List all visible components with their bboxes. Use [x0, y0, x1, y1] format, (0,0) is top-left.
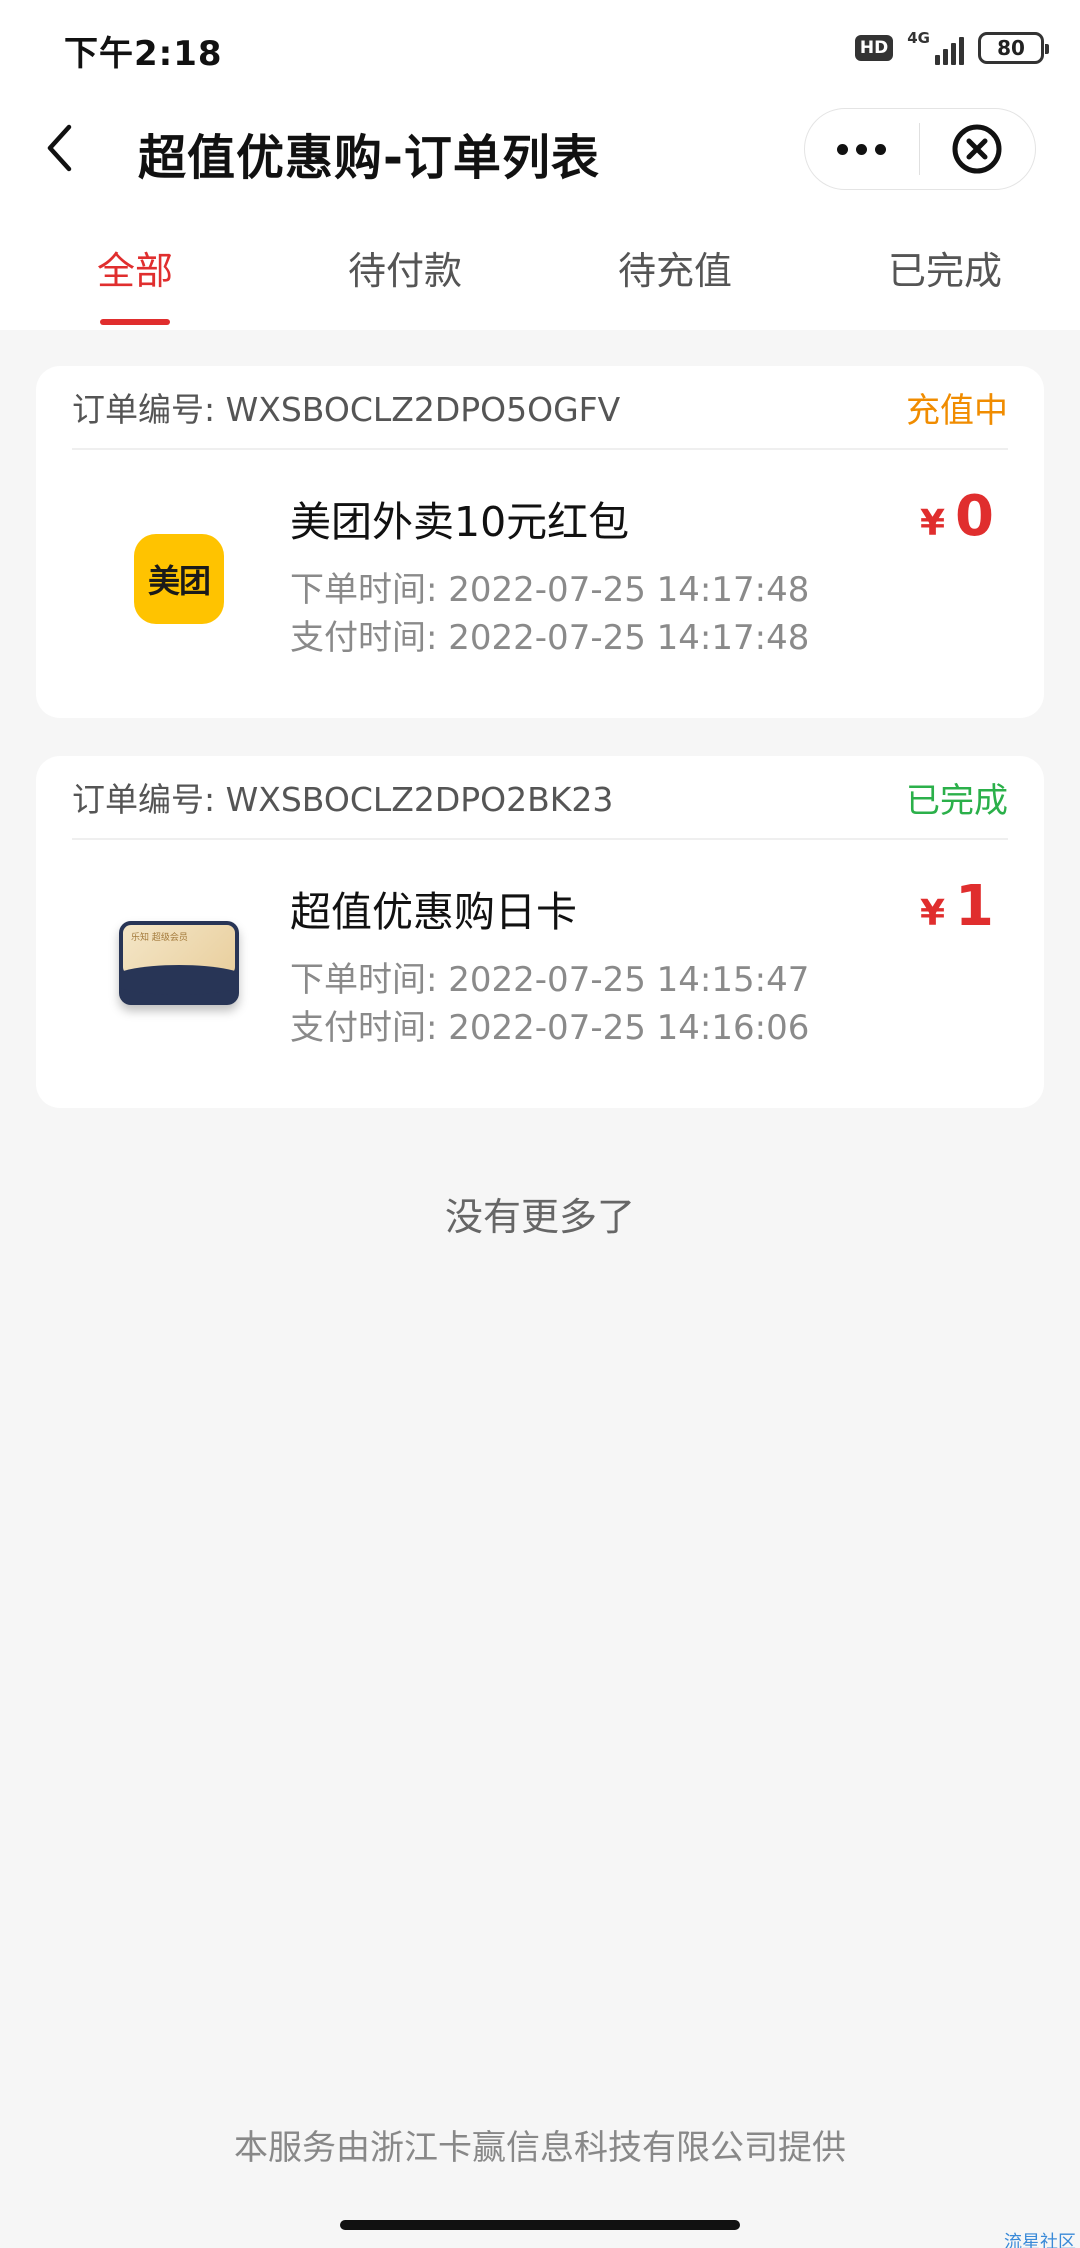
back-button[interactable]: [38, 118, 82, 178]
product-thumbnail: 乐知 超级会员: [104, 888, 254, 1038]
order-status: 充值中: [906, 390, 1008, 431]
more-button[interactable]: [805, 109, 919, 189]
home-indicator[interactable]: [340, 2220, 740, 2230]
signal-icon: 4G: [907, 31, 964, 65]
battery-icon: 80: [978, 32, 1049, 64]
active-tab-indicator: [100, 319, 170, 325]
membership-card-image: 乐知 超级会员: [119, 921, 239, 1005]
price-value: 0: [955, 484, 994, 549]
meituan-logo: 美团: [134, 534, 224, 624]
order-price: ¥ 0: [920, 484, 994, 549]
order-card-header: 订单编号: WXSBOCLZ2DPO5OGFV 充值中: [72, 366, 1008, 450]
order-number: 订单编号: WXSBOCLZ2DPO5OGFV: [72, 390, 621, 429]
watermark: 流星社区: [1004, 2232, 1076, 2248]
status-time: 下午2:18: [64, 34, 223, 74]
tab-completed[interactable]: 已完成: [845, 240, 1045, 295]
chevron-left-icon: [47, 124, 72, 172]
order-card-header: 订单编号: WXSBOCLZ2DPO2BK23 已完成: [72, 756, 1008, 840]
tab-pending-recharge[interactable]: 待充值: [575, 240, 775, 295]
order-number: 订单编号: WXSBOCLZ2DPO2BK23: [72, 780, 614, 819]
pay-time: 支付时间: 2022-07-25 14:17:48: [290, 618, 810, 658]
close-circle-icon: [952, 124, 1002, 174]
no-more-text: 没有更多了: [444, 1195, 635, 1239]
product-thumbnail: 美团: [104, 504, 254, 654]
more-icon: [837, 143, 849, 155]
page-title: 超值优惠购-订单列表: [138, 130, 600, 186]
card-image-text: 乐知 超级会员: [131, 933, 188, 943]
hd-icon: HD: [854, 35, 894, 61]
product-name: 超值优惠购日卡: [290, 888, 577, 936]
footer-provider-text: 本服务由浙江卡赢信息科技有限公司提供: [234, 2128, 846, 2168]
order-tabs: 全部 待付款 待充值 已完成: [0, 228, 1080, 328]
miniprogram-capsule: [804, 108, 1036, 190]
tab-all[interactable]: 全部: [35, 240, 235, 295]
currency-symbol: ¥: [919, 503, 946, 544]
close-button[interactable]: [920, 109, 1036, 189]
currency-symbol: ¥: [919, 893, 946, 934]
pay-time: 支付时间: 2022-07-25 14:16:06: [290, 1008, 810, 1048]
order-time: 下单时间: 2022-07-25 14:17:48: [290, 570, 810, 610]
status-icons: HD 4G 80: [854, 28, 1049, 68]
order-card[interactable]: 订单编号: WXSBOCLZ2DPO2BK23 已完成 乐知 超级会员 超值优惠…: [36, 756, 1044, 1108]
order-status: 已完成: [906, 780, 1008, 821]
tab-pending-payment[interactable]: 待付款: [305, 240, 505, 295]
battery-level: 80: [997, 36, 1025, 60]
network-type: 4G: [907, 29, 930, 47]
order-card[interactable]: 订单编号: WXSBOCLZ2DPO5OGFV 充值中 美团 美团外卖10元红包…: [36, 366, 1044, 718]
order-time: 下单时间: 2022-07-25 14:15:47: [290, 960, 810, 1000]
price-value: 1: [955, 874, 994, 939]
order-price: ¥ 1: [920, 874, 994, 939]
product-name: 美团外卖10元红包: [290, 498, 630, 546]
